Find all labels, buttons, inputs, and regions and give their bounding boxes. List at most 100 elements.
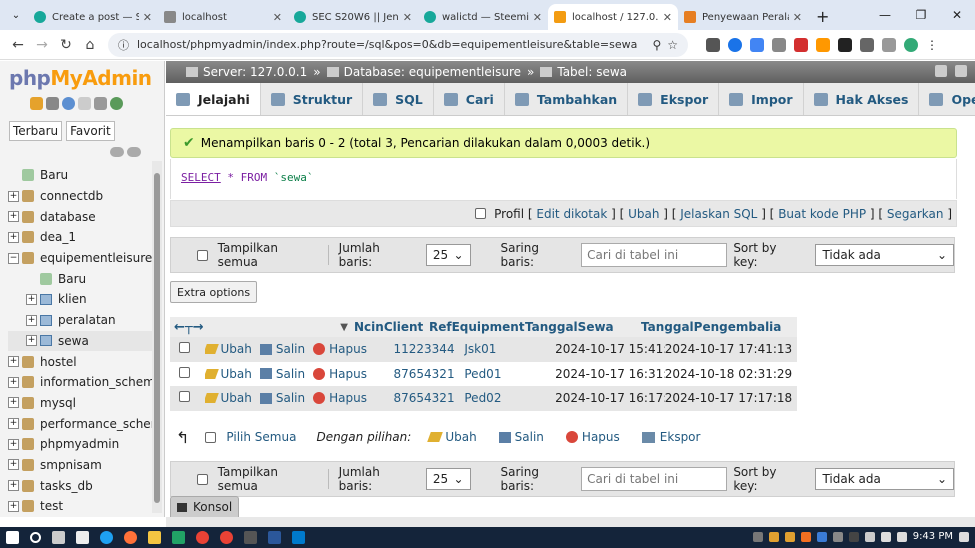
filter-input[interactable]: Cari di tabel ini — [581, 467, 728, 491]
minimize-icon[interactable]: — — [867, 0, 903, 30]
expand-plus-icon[interactable]: + — [8, 418, 19, 430]
row-copy-button[interactable]: Salin — [259, 391, 305, 405]
cell-tanggalsewa[interactable]: 2024-10-17 15:41:13 — [555, 342, 665, 356]
phpmyadmin-logo[interactable]: phpMyAdmin — [9, 66, 152, 90]
tab-hak-akses[interactable]: Hak Akses — [804, 83, 920, 115]
cell-refequipment[interactable]: Jsk01 — [464, 342, 555, 356]
extension-icon[interactable] — [838, 37, 852, 52]
restore-icon[interactable]: ❐ — [903, 0, 939, 30]
wifi-icon[interactable] — [880, 531, 891, 542]
reload-icon[interactable]: ↻ — [54, 37, 78, 53]
cell-ncinclient[interactable]: 11223344 — [394, 342, 465, 356]
breadcrumb-table[interactable]: Tabel: sewa — [557, 65, 627, 79]
close-icon[interactable]: ✕ — [403, 11, 412, 24]
bookmark-star-icon[interactable]: ☆ — [667, 38, 678, 52]
menu-dots-icon[interactable]: ⋮ — [926, 38, 940, 52]
tray-icon[interactable] — [832, 531, 843, 542]
app-icon[interactable] — [244, 531, 257, 544]
firefox-icon[interactable] — [124, 531, 137, 544]
tray-icon[interactable] — [768, 531, 779, 542]
rows-select[interactable]: 25 ⌄ — [425, 244, 471, 266]
horizontal-scrollbar[interactable] — [166, 517, 975, 527]
expand-plus-icon[interactable]: + — [8, 211, 19, 223]
row-checkbox[interactable] — [179, 366, 190, 378]
extension-icon[interactable] — [706, 37, 720, 52]
tree-item-performance-schema[interactable]: + performance_schema — [8, 413, 153, 434]
expand-plus-icon[interactable]: + — [26, 293, 37, 305]
expand-plus-icon[interactable]: + — [8, 438, 19, 450]
cell-tanggalsewa[interactable]: 2024-10-17 16:17:18 — [555, 391, 665, 405]
expand-plus-icon[interactable]: + — [8, 356, 19, 368]
row-edit-button[interactable]: Ubah — [204, 342, 252, 356]
row-delete-button[interactable]: Hapus — [313, 367, 367, 381]
sort-triangle-icon[interactable]: ▼ — [340, 322, 348, 333]
row-edit-button[interactable]: Ubah — [204, 367, 252, 381]
notification-icon[interactable] — [959, 531, 969, 542]
tab-struktur[interactable]: Struktur — [261, 83, 364, 115]
column-header-tanggalsewa[interactable]: TanggalSewa — [525, 320, 641, 334]
folder-icon[interactable] — [148, 531, 161, 544]
tab-list-chevron-icon[interactable]: ⌄ — [4, 3, 28, 27]
zoom-icon[interactable]: ⚲ — [652, 38, 661, 52]
collapse-icon[interactable] — [955, 65, 967, 77]
tab-ekspor[interactable]: Ekspor — [628, 83, 720, 115]
tab-impor[interactable]: Impor — [719, 83, 804, 115]
select-all-checkbox[interactable] — [205, 431, 217, 443]
cell-tanggalpengembalian[interactable]: 2024-10-18 02:31:29 — [665, 367, 797, 381]
row-copy-button[interactable]: Salin — [259, 342, 305, 356]
breadcrumb-server[interactable]: Server: 127.0.0.1 — [203, 65, 307, 79]
tab-sql[interactable]: SQL — [363, 83, 434, 115]
home-icon[interactable]: ⌂ — [78, 37, 102, 53]
tab-recent[interactable]: Terbaru — [9, 121, 63, 141]
extra-options-button[interactable]: Extra options — [170, 281, 258, 303]
browser-tab-5-active[interactable]: localhost / 127.0.0.1✕ — [548, 4, 678, 30]
tray-icon[interactable] — [864, 531, 875, 542]
tab-jelajahi[interactable]: Jelajahi — [166, 83, 261, 115]
expand-plus-icon[interactable]: + — [26, 314, 37, 326]
tab-favorite[interactable]: Favorit — [66, 121, 115, 141]
row-delete-button[interactable]: Hapus — [313, 391, 367, 405]
translate-icon[interactable] — [750, 37, 764, 52]
tree-item-tasks-db[interactable]: + tasks_db — [8, 475, 153, 496]
filter-input[interactable]: Cari di tabel ini — [581, 243, 728, 267]
expand-plus-icon[interactable]: + — [8, 376, 19, 388]
tree-item-dea-1[interactable]: + dea_1 — [8, 227, 153, 248]
bulk-delete-button[interactable]: Hapus — [565, 430, 620, 444]
tree-item-smpnisam[interactable]: + smpnisam — [8, 455, 153, 476]
scrollbar-thumb[interactable] — [154, 173, 160, 503]
create-php-code-link[interactable]: Buat kode PHP — [778, 207, 866, 221]
clock-time[interactable]: 9:43 PM — [913, 531, 953, 542]
row-checkbox[interactable] — [179, 342, 190, 354]
tree-item-equipementleisure[interactable]: − equipementleisure — [8, 248, 153, 269]
tab-cari[interactable]: Cari — [434, 83, 505, 115]
cell-ncinclient[interactable]: 87654321 — [394, 367, 465, 381]
site-info-icon[interactable]: ⓘ — [118, 37, 129, 53]
browser-tab-2[interactable]: localhost ✕ — [158, 4, 288, 30]
collapse-all-icon[interactable] — [110, 147, 124, 157]
extension-icon[interactable] — [816, 37, 830, 52]
cell-tanggalpengembalian[interactable]: 2024-10-17 17:41:13 — [665, 342, 797, 356]
volume-icon[interactable] — [896, 531, 907, 542]
chrome-icon[interactable] — [196, 531, 209, 544]
browser-tab-6[interactable]: Penyewaan Peralatan✕ — [678, 4, 808, 30]
cell-refequipment[interactable]: Ped02 — [464, 391, 555, 405]
shield-icon[interactable] — [772, 37, 786, 52]
tab-operasi[interactable]: Operasi — [919, 83, 975, 115]
tree-item-information-schema[interactable]: + information_schema — [8, 372, 153, 393]
address-bar[interactable]: ⓘ localhost/phpmyadmin/index.php?route=/… — [108, 32, 688, 57]
tree-item-database[interactable]: + database — [8, 206, 153, 227]
row-edit-button[interactable]: Ubah — [204, 391, 252, 405]
app-icon[interactable] — [172, 531, 185, 544]
new-tab-plus-icon[interactable]: + — [816, 7, 829, 26]
cell-tanggalpengembalian[interactable]: 2024-10-17 17:17:18 — [665, 391, 797, 405]
sql-select-keyword[interactable]: SELECT — [181, 171, 221, 184]
row-checkbox[interactable] — [179, 391, 190, 403]
close-icon[interactable]: ✕ — [273, 11, 282, 24]
cell-ncinclient[interactable]: 87654321 — [394, 391, 465, 405]
bulk-export-button[interactable]: Ekspor — [641, 430, 700, 444]
expand-plus-icon[interactable]: + — [8, 480, 19, 492]
tree-item-peralatan-child[interactable]: + peralatan — [8, 310, 153, 331]
refresh-link[interactable]: Segarkan — [887, 207, 944, 221]
tree-item-baru[interactable]: Baru — [8, 165, 153, 186]
cell-refequipment[interactable]: Ped01 — [464, 367, 555, 381]
